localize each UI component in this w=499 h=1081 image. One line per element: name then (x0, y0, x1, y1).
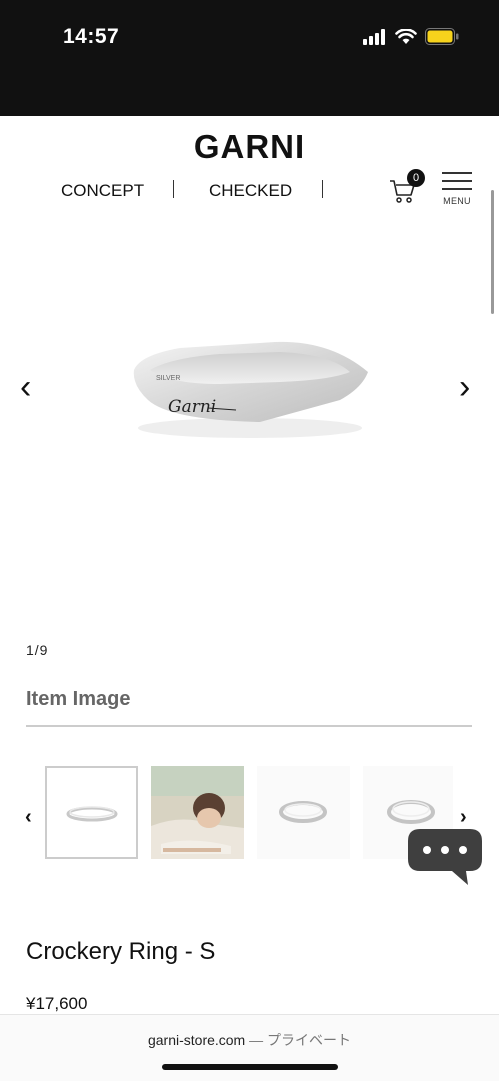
ring-hallmark: SILVER (156, 375, 180, 382)
url-separator: — (245, 1032, 268, 1048)
status-icons (363, 28, 459, 45)
thumbs-next-button[interactable]: › (460, 806, 467, 829)
menu-button[interactable]: MENU (440, 170, 474, 208)
product-main-image: SILVER Garni (133, 341, 368, 438)
ring-engraving: Garni (168, 397, 216, 417)
image-next-button[interactable]: › (459, 368, 470, 407)
nav-concept-link[interactable]: CONCEPT (61, 181, 144, 201)
signal-icon (363, 28, 385, 45)
url-host: garni-store.com (147, 1032, 246, 1048)
product-name: Crockery Ring - S (26, 938, 216, 965)
hamburger-icon (442, 188, 472, 190)
nav-separator (173, 180, 174, 198)
ring-thumbnail-image (66, 806, 118, 822)
image-prev-button[interactable]: ‹ (20, 368, 31, 407)
thumbs-prev-button[interactable]: ‹ (25, 806, 32, 829)
cart-count-badge: 0 (407, 169, 425, 187)
scrollbar[interactable] (491, 190, 494, 314)
hamburger-icon (442, 180, 472, 182)
image-counter: 1/9 (26, 642, 49, 658)
nav-separator (322, 180, 323, 198)
nav-checked-link[interactable]: CHECKED (209, 181, 292, 201)
url-display[interactable]: garni-store.com — プライベート (0, 1030, 499, 1050)
divider (26, 725, 472, 727)
product-price: ¥17,600 (26, 994, 88, 1013)
thumbnail-2[interactable] (151, 766, 244, 859)
home-indicator[interactable] (162, 1064, 338, 1070)
thumbnail-3[interactable] (257, 766, 350, 859)
status-time: 14:57 (63, 25, 120, 48)
site-logo[interactable]: GARNI (0, 128, 499, 166)
ring-thumbnail-image (279, 801, 327, 823)
menu-label: MENU (443, 196, 471, 206)
hamburger-icon (442, 172, 472, 174)
browser-address-bar[interactable]: garni-store.com — プライベート (0, 1014, 499, 1081)
cart-button[interactable]: 0 (388, 169, 428, 205)
thumbnail-1[interactable] (45, 766, 138, 859)
wifi-icon (395, 28, 417, 44)
chat-button[interactable] (406, 827, 484, 889)
gallery-title: Item Image (26, 688, 131, 710)
battery-icon (425, 28, 459, 45)
private-mode-label: プライベート (267, 1032, 352, 1048)
status-bar: 14:57 (0, 0, 499, 116)
model-photo-thumbnail (151, 766, 244, 859)
